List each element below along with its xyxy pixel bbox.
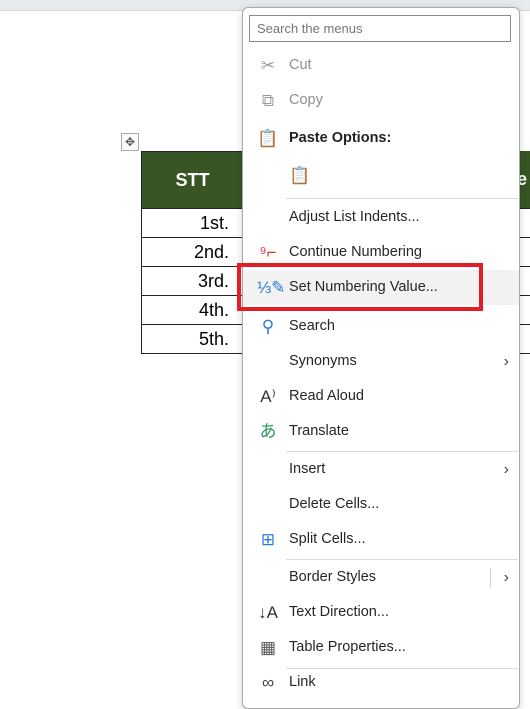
- menu-item-label: Table Properties...: [289, 639, 406, 655]
- menu-item-label: Copy: [289, 92, 323, 108]
- table-border: [519, 208, 530, 209]
- table-cell[interactable]: 1st.: [141, 208, 244, 238]
- menu-item-label: Cut: [289, 57, 312, 73]
- table-cell[interactable]: 4th.: [141, 295, 244, 325]
- menu-separator: [286, 559, 518, 560]
- menu-item-label: Search: [289, 318, 335, 334]
- menu-item-label: Delete Cells...: [289, 496, 380, 512]
- text-direction-icon: ↓A: [258, 603, 278, 622]
- menu-item-border-styles[interactable]: Border Styles ›: [243, 560, 519, 595]
- highlight-annotation: [237, 263, 483, 311]
- menu-item-label: Adjust List Indents...: [289, 209, 420, 225]
- menu-item-translate[interactable]: あ Translate: [243, 414, 519, 449]
- context-menu: ✂ Cut ⧉ Copy 📋 Paste Options: 📋 Adjust List Ind…: [242, 7, 520, 709]
- menu-item-label: Read Aloud: [289, 388, 364, 404]
- menu-separator: [286, 198, 518, 199]
- menu-item-cut[interactable]: ✂ Cut: [243, 48, 519, 83]
- read-aloud-icon: A⁾: [260, 387, 276, 406]
- table-cell[interactable]: 5th.: [141, 324, 244, 354]
- submenu-divider: [490, 568, 491, 587]
- menu-item-table-properties[interactable]: ▦ Table Properties...: [243, 630, 519, 665]
- continue-numbering-icon: ⁹⌐: [259, 243, 277, 262]
- menu-item-synonyms[interactable]: Synonyms ›: [243, 344, 519, 379]
- table-border: [519, 324, 530, 325]
- menu-separator: [286, 668, 518, 669]
- split-cells-icon: ⊞: [260, 530, 276, 549]
- menu-item-label: Border Styles: [289, 569, 377, 585]
- menu-item-label: Link: [289, 674, 316, 690]
- menu-item-insert[interactable]: Insert ›: [243, 452, 519, 487]
- paste-keep-text-icon: 📋: [289, 166, 311, 185]
- menu-item-read-aloud[interactable]: A⁾ Read Aloud: [243, 379, 519, 414]
- copy-icon: ⧉: [261, 91, 275, 110]
- chevron-right-icon[interactable]: ›: [504, 560, 509, 595]
- table-border: [519, 237, 530, 238]
- paste-icon: 📋: [257, 129, 279, 148]
- scissors-icon: ✂: [260, 56, 276, 75]
- table-cell[interactable]: 3rd.: [141, 266, 244, 296]
- menu-item-delete-cells[interactable]: Delete Cells...: [243, 487, 519, 522]
- menu-item-label: Paste Options:: [289, 130, 392, 146]
- translate-icon: あ: [259, 422, 277, 441]
- menu-item-paste-keep-text-only[interactable]: 📋: [243, 158, 519, 193]
- menu-item-label: Insert: [289, 461, 326, 477]
- search-icon: ⚲: [261, 317, 275, 336]
- menu-item-label: Text Direction...: [289, 604, 389, 620]
- menu-item-split-cells[interactable]: ⊞ Split Cells...: [243, 522, 519, 557]
- menu-item-search[interactable]: ⚲ Search: [243, 309, 519, 344]
- table-border: [519, 266, 530, 267]
- table-header-stt: STT: [141, 151, 244, 209]
- menu-item-adjust-list-indents[interactable]: Adjust List Indents...: [243, 200, 519, 235]
- menu-search-input[interactable]: [249, 15, 511, 42]
- table-right-portion: e: [519, 151, 530, 354]
- table-properties-icon: ▦: [259, 638, 277, 657]
- table-border: [519, 353, 530, 354]
- menu-item-label: Split Cells...: [289, 531, 366, 547]
- menu-item-label: Translate: [289, 423, 349, 439]
- menu-item-paste-options: 📋 Paste Options:: [243, 121, 519, 156]
- chevron-right-icon[interactable]: ›: [504, 452, 509, 487]
- menu-item-link[interactable]: ∞ Link: [243, 665, 519, 700]
- table-border: [519, 295, 530, 296]
- link-icon: ∞: [261, 673, 275, 692]
- table-cell[interactable]: 2nd.: [141, 237, 244, 267]
- menu-item-label: Synonyms: [289, 353, 357, 369]
- menu-item-text-direction[interactable]: ↓A Text Direction...: [243, 595, 519, 630]
- table-move-handle-icon[interactable]: ✥: [121, 133, 139, 151]
- menu-item-copy[interactable]: ⧉ Copy: [243, 83, 519, 118]
- table-header-partial: e: [520, 151, 530, 208]
- chevron-right-icon[interactable]: ›: [504, 344, 509, 379]
- menu-separator: [286, 451, 518, 452]
